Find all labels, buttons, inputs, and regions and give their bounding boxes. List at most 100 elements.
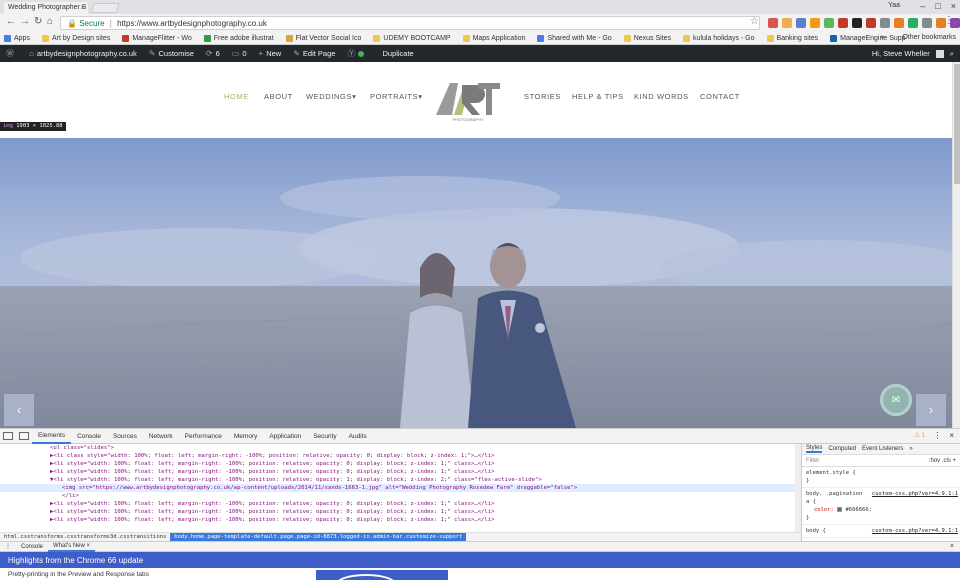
bookmark-item[interactable]: Flat Vector Social Ico	[285, 34, 361, 42]
extension-icon[interactable]	[810, 18, 820, 28]
back-icon[interactable]: ←	[6, 16, 16, 27]
slider-prev-button[interactable]: ‹	[4, 394, 34, 426]
color-swatch[interactable]	[837, 507, 843, 512]
maximize-icon[interactable]: □	[935, 1, 940, 11]
home-icon[interactable]: ⌂	[47, 16, 53, 27]
drawer-menu-icon[interactable]: ⋮	[0, 543, 16, 550]
bookmark-item[interactable]: UDEMY BOOTCAMP	[373, 34, 451, 42]
rule-declaration[interactable]: color: #666666;	[806, 506, 956, 514]
extension-icon[interactable]	[852, 18, 862, 28]
nav-weddings[interactable]: WEDDINGS▾	[306, 92, 356, 101]
bookmark-star-icon[interactable]: ☆	[750, 16, 759, 27]
tab-audits[interactable]: Audits	[343, 433, 373, 440]
extension-icon[interactable]	[866, 18, 876, 28]
extension-icon[interactable]	[824, 18, 834, 28]
wp-account-menu[interactable]: Hi, Steve Wheller ⌕	[872, 49, 954, 59]
wp-yoast-icon[interactable]: Ⓨ	[341, 48, 376, 59]
search-icon[interactable]: ⌕	[950, 49, 954, 59]
profile-chip[interactable]: Yaa	[888, 2, 900, 9]
wp-comments-link[interactable]: ▭ 0	[226, 49, 253, 58]
nav-contact[interactable]: CONTACT	[700, 92, 740, 101]
devtools-menu-icon[interactable]: ⋮	[933, 431, 941, 440]
tab-memory[interactable]: Memory	[228, 433, 263, 440]
tab-security[interactable]: Security	[307, 433, 342, 440]
wp-updates-link[interactable]: ⟳ 6	[200, 49, 226, 58]
nav-home[interactable]: HOME	[224, 92, 249, 101]
new-tab-button[interactable]	[90, 3, 120, 13]
dom-node-line[interactable]: ▶<li style="width: 100%; float: left; ma…	[0, 468, 800, 476]
dom-node-line[interactable]: ▶<li style="width: 100%; float: left; ma…	[0, 500, 800, 508]
extension-icon[interactable]	[908, 18, 918, 28]
more-tabs-chevron[interactable]: »	[909, 446, 912, 452]
close-tab-icon[interactable]: ×	[80, 3, 85, 12]
wp-duplicate-link[interactable]: Duplicate	[376, 49, 419, 58]
slider-next-button[interactable]: ›	[916, 394, 946, 426]
url-field[interactable]: 🔒 Secure | https://www.artbydesignphotog…	[60, 16, 760, 30]
close-window-icon[interactable]: ×	[951, 1, 956, 11]
wp-logo-icon[interactable]: Ⓦ	[0, 48, 23, 59]
breadcrumb-body[interactable]: body.home.page-template-default.page.pag…	[170, 533, 467, 541]
close-drawer-icon[interactable]: ×	[950, 543, 954, 550]
extension-icon[interactable]	[880, 18, 890, 28]
site-logo[interactable]: PHOTOGRAPHY	[432, 77, 504, 123]
drawer-tab-console[interactable]: Console	[16, 544, 48, 550]
extension-icon[interactable]	[922, 18, 932, 28]
warning-badge[interactable]: ⚠ 1	[914, 431, 925, 440]
tab-computed[interactable]: Computed	[828, 446, 856, 452]
scrollbar-thumb[interactable]	[954, 64, 960, 184]
bookmark-item[interactable]: Free adobe illustrat	[203, 34, 274, 42]
reload-icon[interactable]: ↻	[34, 16, 42, 27]
inspect-icon[interactable]	[3, 432, 13, 440]
extension-icon[interactable]	[894, 18, 904, 28]
whats-new-item[interactable]: Pretty-printing in the Preview and Respo…	[8, 571, 149, 578]
dom-node-line[interactable]: ▶<li class style="width: 100%; float: le…	[0, 452, 800, 460]
wp-edit-page-link[interactable]: ✎ Edit Page	[287, 49, 341, 58]
bookmark-item[interactable]: Shared with Me - Go	[537, 34, 612, 42]
nav-stories[interactable]: STORIES	[524, 92, 561, 101]
bookmark-item[interactable]: Art by Design sites	[41, 34, 110, 42]
tab-styles[interactable]: Styles	[806, 445, 823, 453]
other-bookmarks[interactable]: » Other bookmarks	[880, 34, 956, 41]
close-devtools-icon[interactable]: ×	[949, 431, 954, 440]
wp-site-link[interactable]: ⌂ artbydesignphotography.co.uk	[23, 49, 143, 58]
browser-menu-icon[interactable]: ⋮	[944, 15, 954, 26]
drawer-tab-whats-new[interactable]: What's New ×	[48, 541, 96, 552]
rule-source-link[interactable]: custom-css.php?ver=4.9.1:1	[872, 527, 958, 535]
dom-node-line[interactable]: ▶<li style="width: 100%; float: left; ma…	[0, 516, 800, 524]
device-toggle-icon[interactable]	[19, 432, 29, 440]
tab-application[interactable]: Application	[263, 433, 307, 440]
bookmark-item[interactable]: Nexus Sites	[623, 34, 671, 42]
dom-node-line[interactable]: </li>	[0, 492, 800, 500]
tab-performance[interactable]: Performance	[179, 433, 228, 440]
tab-event-listeners[interactable]: Event Listeners	[862, 446, 903, 452]
extension-icon[interactable]	[768, 18, 778, 28]
browser-tab[interactable]: Wedding Photographer S ×	[4, 2, 88, 14]
extension-icon[interactable]	[796, 18, 806, 28]
nav-kind-words[interactable]: KIND WORDS	[634, 92, 689, 101]
nav-help-tips[interactable]: HELP & TIPS	[572, 92, 624, 101]
styles-filter-input[interactable]: Filter :hov .cls +	[802, 455, 960, 467]
page-scrollbar[interactable]	[952, 62, 960, 428]
forward-icon[interactable]: →	[20, 16, 30, 27]
filter-options[interactable]: :hov .cls +	[929, 458, 956, 464]
bookmark-item[interactable]: Apps	[4, 34, 30, 42]
bookmark-item[interactable]: Maps Application	[462, 34, 525, 42]
bookmark-item[interactable]: ManageFlitter - Wo	[122, 34, 192, 42]
minimize-icon[interactable]: –	[920, 1, 925, 11]
wp-new-link[interactable]: + New	[253, 49, 288, 58]
dom-node-line[interactable]: ▶<li style="width: 100%; float: left; ma…	[0, 508, 800, 516]
tab-sources[interactable]: Sources	[107, 433, 143, 440]
tab-network[interactable]: Network	[143, 433, 179, 440]
extension-icon[interactable]	[838, 18, 848, 28]
nav-about[interactable]: ABOUT	[264, 92, 293, 101]
floating-chat-button[interactable]: ✉	[880, 384, 912, 416]
rule-source-link[interactable]: custom-css.php?ver=4.9.1:1	[872, 490, 958, 498]
dom-node-line[interactable]: <img src="https://www.artbydesignphotogr…	[0, 484, 800, 492]
dom-node-line[interactable]: <ul class="slides">	[0, 444, 800, 452]
wp-customise-link[interactable]: ✎ Customise	[143, 49, 200, 58]
bookmark-item[interactable]: Banking sites	[766, 34, 818, 42]
bookmark-item[interactable]: kulula holidays - Go	[683, 34, 755, 42]
dom-node-line[interactable]: ▼<li style="width: 100%; float: left; ma…	[0, 476, 800, 484]
breadcrumb-html[interactable]: html.csstransforms.csstransforms3d.csstr…	[0, 534, 170, 540]
more-bookmarks-chevron[interactable]: »	[880, 34, 884, 41]
